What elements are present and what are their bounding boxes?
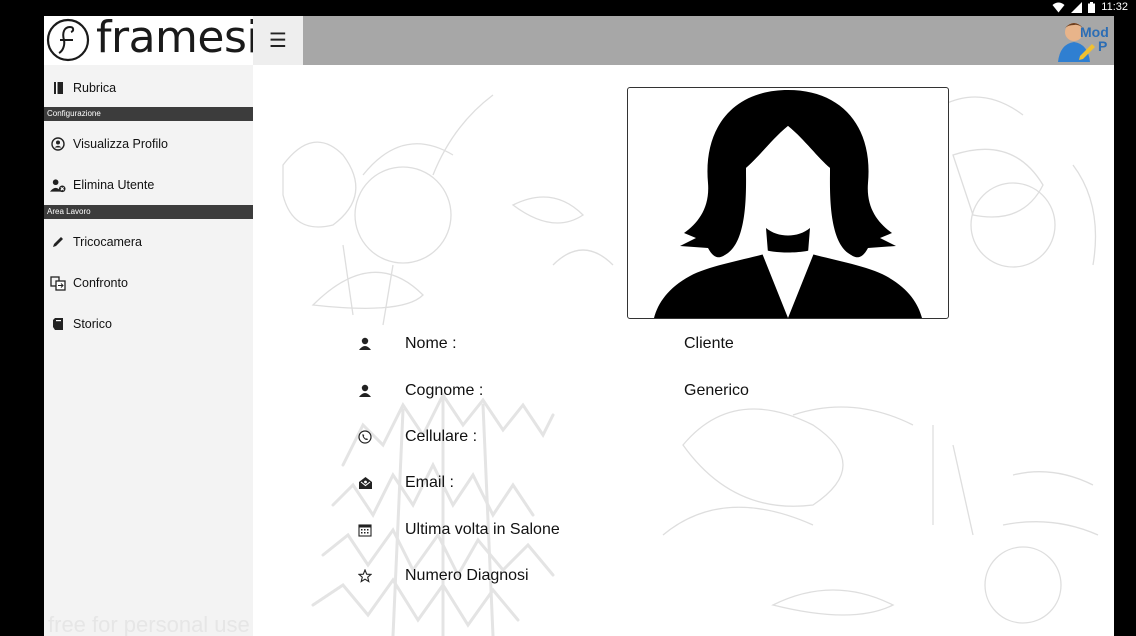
mod-badge: Mod P [1054, 16, 1114, 65]
field-label: Cellulare : [405, 428, 478, 445]
sidebar-item-label: Confronto [73, 276, 128, 290]
field-label: Cognome : [405, 382, 484, 399]
sidebar-item-visualizza-profilo[interactable]: Visualizza Profilo [44, 124, 253, 164]
section-header-area-lavoro: Area Lavoro [44, 205, 253, 219]
wifi-icon [1052, 2, 1065, 13]
sidebar-item-elimina-utente[interactable]: Elimina Utente [44, 165, 253, 205]
book-icon [50, 80, 66, 96]
menu-button[interactable]: ☰ [253, 16, 303, 65]
compare-icon [50, 275, 66, 291]
sidebar-item-label: Elimina Utente [73, 178, 155, 192]
signal-icon [1071, 1, 1083, 13]
top-app-bar: ☰ Mod P [253, 16, 1114, 65]
sidebar-item-tricocamera[interactable]: Tricocamera [44, 222, 253, 262]
framesi-logo-icon [46, 18, 90, 62]
person-icon [358, 337, 374, 353]
sidebar-item-label: Rubrica [73, 81, 117, 95]
app-window: framesi Rubrica Configurazione Visualizz… [44, 16, 1114, 636]
watermark-text: free for personal use [48, 612, 250, 636]
brand-logo: framesi [44, 16, 259, 65]
calendar-icon [358, 523, 374, 539]
clock-time: 11:32 [1101, 1, 1128, 13]
sidebar-item-label: Visualizza Profilo [73, 137, 168, 151]
pencil-icon [50, 234, 66, 250]
sidebar-item-rubrica[interactable]: Rubrica [44, 68, 253, 108]
profile-photo [627, 87, 949, 319]
sidebar: framesi Rubrica Configurazione Visualizz… [44, 16, 259, 636]
profile-field-row: Cognome : Generico [353, 378, 1053, 408]
profile-content: Nome : Cliente Cognome : Generico Cellulare … [253, 65, 1114, 636]
phone-icon [358, 430, 374, 446]
field-label: Ultima volta in Salone [405, 521, 560, 538]
brand-name: framesi [96, 16, 259, 63]
star-icon [357, 568, 374, 585]
sidebar-item-label: Tricocamera [73, 235, 142, 249]
sidebar-item-label: Storico [73, 317, 112, 331]
female-silhouette-icon [654, 90, 922, 318]
field-label: Nome : [405, 335, 457, 352]
profile-field-row: Numero Diagnosi [353, 563, 1053, 593]
profile-field-row: Email : [353, 470, 1053, 500]
sidebar-item-storico[interactable]: Storico [44, 304, 253, 344]
field-value: Generico [684, 382, 749, 399]
section-header-configurazione: Configurazione [44, 107, 253, 121]
archive-icon [50, 316, 66, 332]
user-delete-icon [50, 177, 66, 193]
field-value: Cliente [684, 335, 734, 352]
sidebar-item-confronto[interactable]: Confronto [44, 263, 253, 303]
profile-field-row: Cellulare : [353, 424, 1053, 454]
status-bar: 11:32 [0, 0, 1136, 16]
profile-view-icon [50, 136, 66, 152]
battery-icon [1088, 1, 1096, 13]
mail-icon [358, 476, 374, 492]
person-icon [358, 384, 374, 400]
hamburger-icon: ☰ [269, 30, 287, 52]
profile-field-row: Nome : Cliente [353, 331, 1053, 361]
field-label: Email : [405, 474, 454, 491]
mod-label-2: P [1098, 38, 1108, 54]
field-label: Numero Diagnosi [405, 567, 529, 584]
profile-field-row: Ultima volta in Salone [353, 517, 1053, 547]
